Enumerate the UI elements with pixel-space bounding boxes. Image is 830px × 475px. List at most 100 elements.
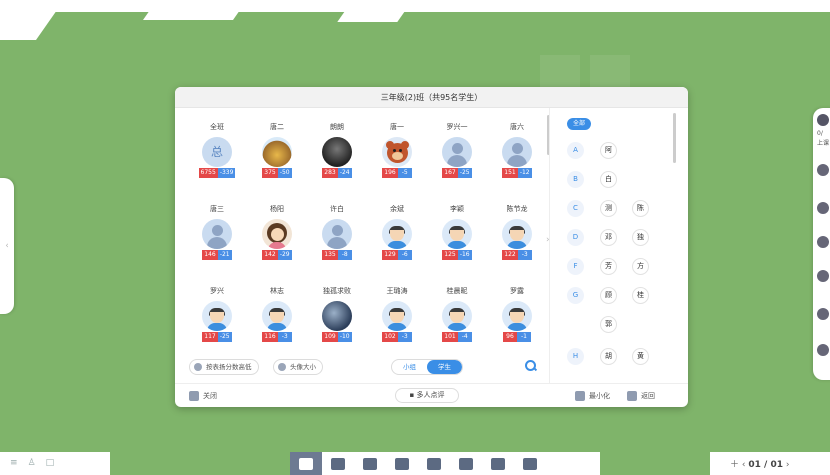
window-icon[interactable]: □ <box>46 458 65 468</box>
surname-filter[interactable]: 郭 <box>600 316 617 333</box>
screen-tool[interactable] <box>514 452 546 475</box>
surname-filter[interactable]: 陈 <box>632 200 649 217</box>
avatar-size-button[interactable]: 头像大小 <box>273 359 323 375</box>
student-name: 许白 <box>330 205 344 213</box>
alphabet-letter[interactable]: D <box>567 229 584 246</box>
student-card[interactable]: 罗兴一 167 -25 <box>427 122 487 178</box>
resource-tool[interactable] <box>418 452 450 475</box>
student-card[interactable]: 李颖 125 -16 <box>427 204 487 260</box>
user-icon[interactable] <box>817 114 830 126</box>
tools-tool[interactable] <box>386 452 418 475</box>
student-name: 罗露 <box>510 287 524 295</box>
surname-filter[interactable]: 独 <box>632 229 649 246</box>
student-card[interactable]: 余斌 129 -6 <box>367 204 427 260</box>
surname-filter[interactable]: 测 <box>600 200 617 217</box>
tab-group[interactable]: 小组 <box>392 360 427 374</box>
criticism-score: -25 <box>217 332 232 342</box>
student-card[interactable]: 唐二 375 -50 <box>247 122 307 178</box>
alphabet-letter[interactable]: H <box>567 348 584 365</box>
student-card[interactable]: 独孤求败 109 -10 <box>307 286 367 342</box>
prev-page-icon[interactable]: ‹ <box>742 460 746 470</box>
next-page-icon[interactable]: › <box>786 460 790 470</box>
alphabet-letter[interactable]: G <box>567 287 584 304</box>
surname-filter[interactable]: 桂 <box>632 287 649 304</box>
timer-icon[interactable] <box>817 164 830 176</box>
bottom-left-icons: ≡♙□ <box>10 458 64 468</box>
student-card[interactable]: 罗露 96 -1 <box>487 286 547 342</box>
exit-icon[interactable] <box>817 344 830 356</box>
score-badge: 109 -10 <box>307 332 367 342</box>
avatar <box>442 301 472 331</box>
tab-student[interactable]: 学生 <box>427 360 462 374</box>
alphabet-letter[interactable]: C <box>567 200 584 217</box>
score-badge: 6755 -339 <box>187 168 247 178</box>
resource-icon <box>427 457 441 470</box>
surname-filter[interactable]: 邓 <box>600 229 617 246</box>
bottom-bar-gap <box>110 452 290 475</box>
check-icon[interactable] <box>817 270 830 282</box>
user-icon[interactable]: ♙ <box>28 458 46 468</box>
criticism-score: -1 <box>517 332 531 342</box>
praise-score: 122 <box>502 250 518 260</box>
avatar <box>382 219 412 249</box>
menu-icon[interactable]: ≡ <box>10 458 28 468</box>
filter-all-button[interactable]: 全部 <box>567 118 591 130</box>
alphabet-letter[interactable]: B <box>567 171 584 188</box>
surname-filter[interactable]: 阿 <box>600 142 617 159</box>
back-button[interactable]: 返回 <box>627 389 655 403</box>
score-badge: 96 -1 <box>487 332 547 342</box>
surname-filter[interactable]: 白 <box>600 171 617 188</box>
avatar <box>502 301 532 331</box>
student-card[interactable]: 全班总 6755 -339 <box>187 122 247 178</box>
select-tool[interactable] <box>290 452 322 475</box>
close-button[interactable]: 关闭 <box>189 389 217 403</box>
eraser-tool[interactable] <box>354 452 386 475</box>
chevron-right-icon[interactable]: › <box>546 235 550 245</box>
alphabet-letter[interactable]: A <box>567 142 584 159</box>
surname-filter[interactable]: 芳 <box>600 258 617 275</box>
student-card[interactable]: 桂晨昵 101 -4 <box>427 286 487 342</box>
student-card[interactable]: 朗朗 283 -24 <box>307 122 367 178</box>
surname-filter[interactable]: 黄 <box>632 348 649 365</box>
surname-filter[interactable]: 方 <box>632 258 649 275</box>
alphabet-letter[interactable]: F <box>567 258 584 275</box>
criticism-score: -29 <box>277 250 292 260</box>
praise-score: 109 <box>322 332 338 342</box>
roll-call-icon[interactable] <box>817 202 830 214</box>
criticism-score: -3 <box>517 250 532 260</box>
minimize-button[interactable]: 最小化 <box>575 389 610 403</box>
multi-review-button[interactable]: ▪ 多人点评 <box>395 388 459 403</box>
banner-stripe <box>142 0 248 20</box>
criticism-score: -6 <box>397 250 412 260</box>
cursor-icon <box>299 457 313 470</box>
save-tool[interactable] <box>450 452 482 475</box>
student-card[interactable]: 唐三 146 -21 <box>187 204 247 260</box>
student-name: 唐二 <box>270 123 284 131</box>
criticism-score: -50 <box>277 168 292 178</box>
review-tool[interactable] <box>482 452 514 475</box>
add-page-icon[interactable]: ＋ <box>730 460 739 470</box>
alphabet-scrollbar[interactable] <box>673 113 676 163</box>
student-name: 朗朗 <box>330 123 344 131</box>
student-card[interactable]: 许白 135 -8 <box>307 204 367 260</box>
student-card[interactable]: 林志 116 -3 <box>247 286 307 342</box>
criticism-score: -10 <box>337 332 352 342</box>
search-icon[interactable] <box>525 360 537 372</box>
score-badge: 146 -21 <box>187 250 247 260</box>
chart-icon[interactable] <box>817 308 830 320</box>
student-card[interactable]: 唐一 196 -5 <box>367 122 427 178</box>
student-card[interactable]: 杨阳 142 -29 <box>247 204 307 260</box>
hand-icon[interactable] <box>817 236 830 248</box>
sort-button[interactable]: 按表扬分数高低 <box>189 359 259 375</box>
person-icon <box>278 363 286 371</box>
surname-filter[interactable]: 胡 <box>600 348 617 365</box>
student-card[interactable]: 陈节龙 122 -3 <box>487 204 547 260</box>
student-card[interactable]: 唐六 151 -12 <box>487 122 547 178</box>
left-drawer-handle[interactable]: ‹ <box>0 178 14 314</box>
surname-filter[interactable]: 顾 <box>600 287 617 304</box>
pen-tool[interactable] <box>322 452 354 475</box>
criticism-score: -16 <box>457 250 472 260</box>
student-card[interactable]: 罗兴 117 -25 <box>187 286 247 342</box>
avatar <box>442 219 472 249</box>
student-card[interactable]: 王璐涛 102 -3 <box>367 286 427 342</box>
